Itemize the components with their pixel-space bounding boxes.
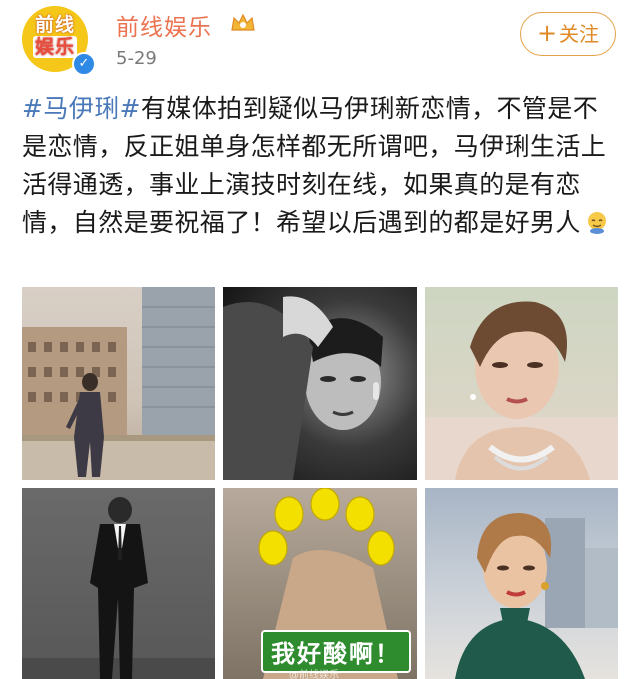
photo-building-rooftop[interactable] — [22, 287, 215, 480]
photo-green-dress-art — [455, 513, 618, 679]
avatar-text-line1: 前线 — [34, 14, 75, 36]
post-date: 5-29 — [116, 48, 157, 69]
photo-black-white-embrace[interactable] — [223, 287, 417, 480]
photo-lemon-meme[interactable]: 我好酸啊！ @前线娱乐 — [223, 488, 417, 679]
post-body: #马伊琍#有媒体拍到疑似马伊琍新恋情，不管是不是恋情，反正姐单身怎样都无所谓吧，… — [22, 90, 622, 242]
photo-short-hair-necklace[interactable] — [425, 287, 618, 480]
watermark-text: @前线娱乐 — [289, 670, 339, 679]
avatar-logo: 前线 娱乐 — [28, 14, 82, 58]
post-header: 前线 娱乐 ✓ 前线娱乐 5-29 + 关注 — [0, 0, 640, 86]
follow-button[interactable]: + 关注 — [520, 12, 616, 56]
photo-green-dress[interactable] — [425, 488, 618, 679]
plus-icon: + — [536, 19, 558, 47]
emoji-icon — [587, 212, 606, 234]
photo-black-white-embrace-art — [223, 296, 383, 480]
avatar-text-line2: 娱乐 — [32, 36, 77, 58]
account-name[interactable]: 前线娱乐 — [116, 8, 212, 42]
photo-black-suit-art — [22, 497, 215, 679]
crown-icon — [231, 13, 255, 31]
photo-building-rooftop-art — [22, 287, 215, 480]
photo-short-hair-necklace-art — [425, 301, 618, 480]
verified-badge-icon: ✓ — [72, 52, 96, 76]
image-grid: 我好酸啊！ @前线娱乐 — [22, 287, 618, 679]
photo-black-suit[interactable] — [22, 488, 215, 679]
hashtag-link[interactable]: #马伊琍# — [22, 94, 141, 123]
follow-label: 关注 — [559, 22, 600, 46]
